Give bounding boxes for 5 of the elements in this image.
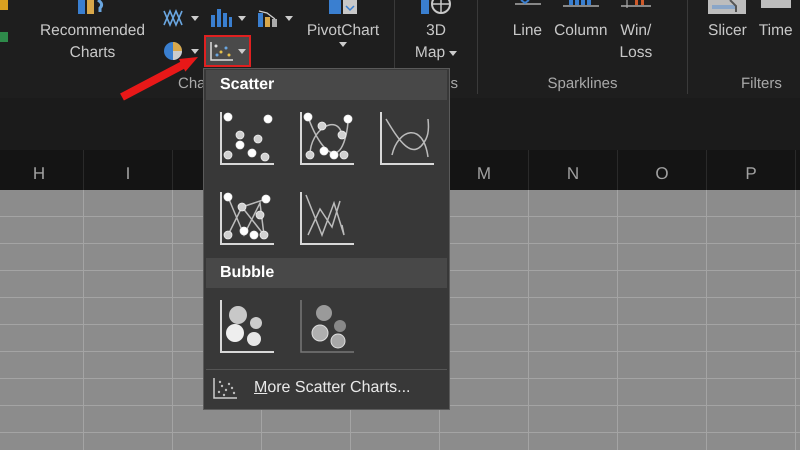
group-label: s [450, 74, 458, 92]
group-label: Filters [741, 74, 782, 92]
group-label: Sparklines [547, 74, 618, 92]
section-header: Bubble [206, 258, 447, 288]
section-header: Scatter [206, 70, 447, 100]
